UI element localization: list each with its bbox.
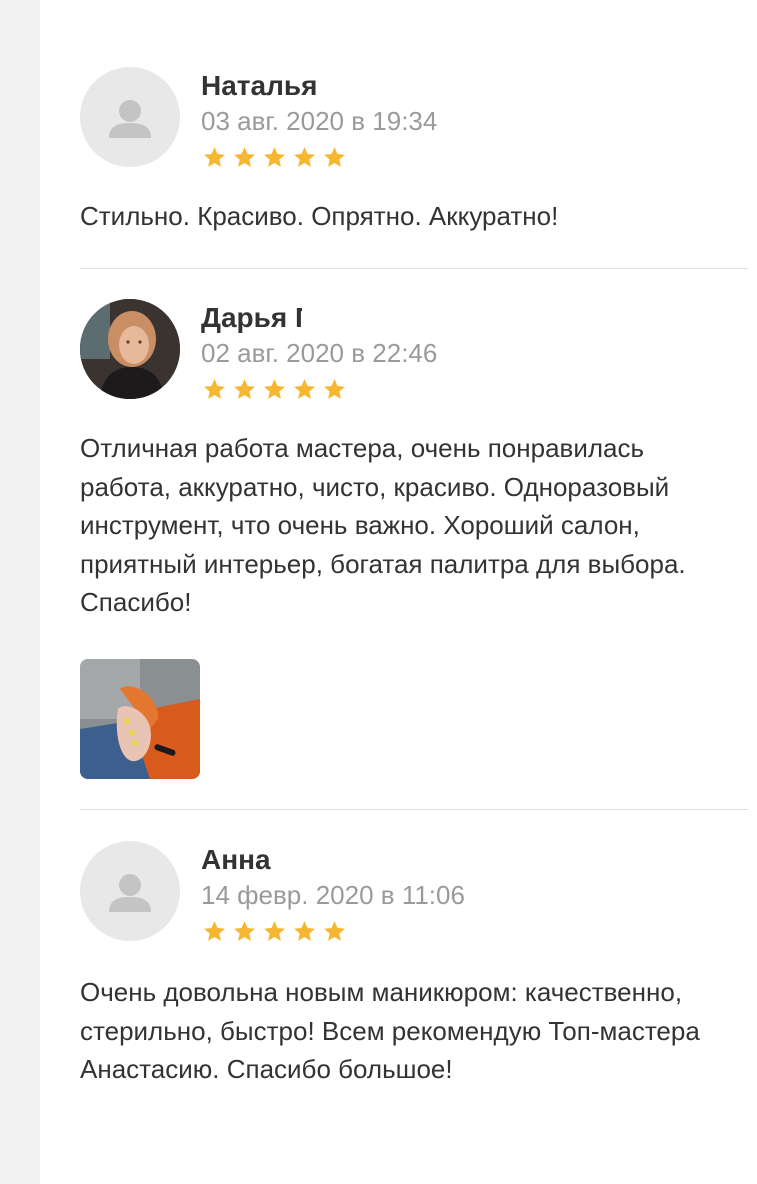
star-icon <box>324 921 345 941</box>
user-placeholder-icon <box>80 841 180 941</box>
review-author[interactable]: Анна <box>201 844 271 876</box>
review-card: Анна 14 февр. 2020 в 11:06 Очень довольн… <box>80 0 748 1184</box>
star-icon <box>204 921 225 941</box>
review-date: 14 февр. 2020 в 11:06 <box>201 880 465 910</box>
rating-stars <box>202 919 347 944</box>
name-redaction <box>286 844 456 880</box>
review-text: Очень довольна новым маникюром: качестве… <box>80 977 700 1084</box>
star-icon <box>294 921 315 941</box>
star-icon <box>264 921 285 941</box>
star-icon <box>234 921 255 941</box>
